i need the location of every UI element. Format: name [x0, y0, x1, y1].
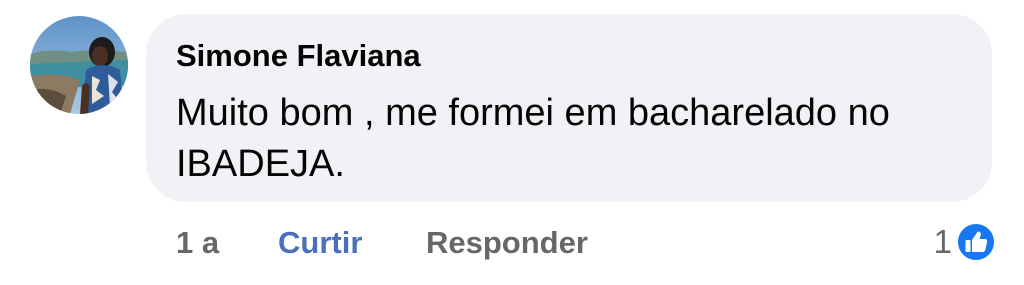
thumbs-up-icon [956, 222, 996, 262]
comment-actions: 1 a Curtir Responder 1 [0, 222, 1024, 266]
comment-bubble: Simone Flaviana Muito bom , me formei em… [146, 14, 992, 202]
reaction-summary[interactable]: 1 [934, 222, 996, 262]
like-button[interactable]: Curtir [278, 225, 362, 261]
comment-text: Muito bom , me formei em bacharelado no … [176, 92, 890, 185]
avatar-photo [30, 16, 128, 114]
reaction-count: 1 [933, 223, 952, 260]
comment: Simone Flaviana Muito bom , me formei em… [0, 0, 1024, 285]
reply-button[interactable]: Responder [426, 225, 588, 261]
avatar[interactable] [30, 16, 128, 114]
comment-timestamp[interactable]: 1 a [176, 225, 219, 261]
comment-author[interactable]: Simone Flaviana [176, 38, 421, 74]
